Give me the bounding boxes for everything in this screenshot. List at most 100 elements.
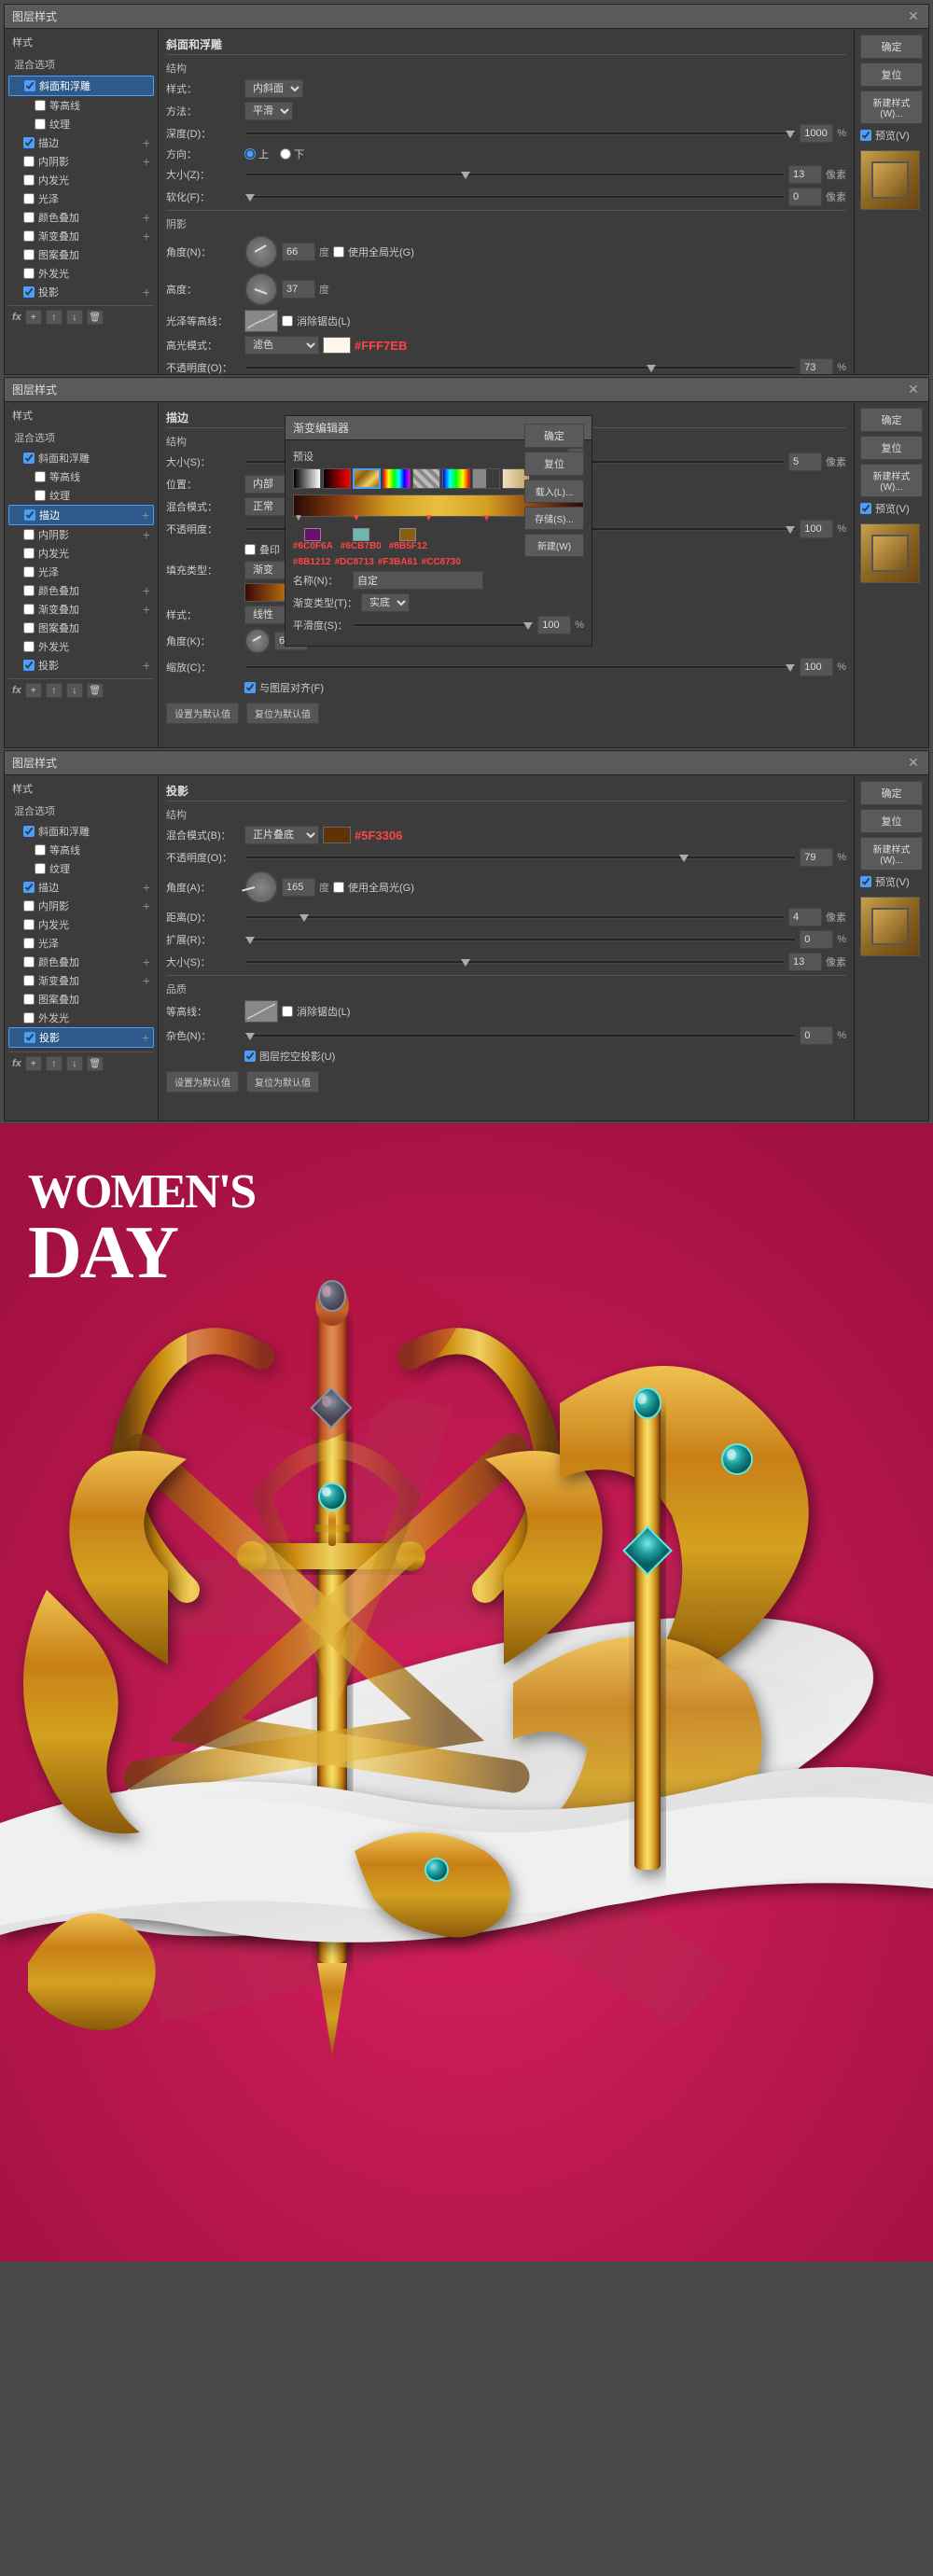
smoothness-slider[interactable] [353, 623, 534, 627]
stroke-item[interactable]: 描边 + [8, 133, 154, 152]
gradient-overlay-checkbox[interactable] [23, 230, 35, 242]
drop-shadow-checkbox-3[interactable] [24, 1032, 35, 1043]
contour-item-2[interactable]: 等高线 [8, 467, 154, 486]
stop-color-1[interactable] [304, 528, 321, 541]
stroke-opacity-input[interactable] [800, 520, 833, 538]
fx-up-btn-3[interactable]: ↑ [46, 1056, 63, 1071]
stroke-plus[interactable]: + [143, 135, 150, 150]
inner-glow-item-2[interactable]: 内发光 [8, 544, 154, 563]
gradient-overlay-item-3[interactable]: 渐变叠加 + [8, 971, 154, 990]
gradient-overlay-item[interactable]: 渐变叠加 + [8, 227, 154, 245]
ds-noise-slider[interactable] [244, 1034, 796, 1037]
fx-add-btn[interactable]: + [25, 310, 42, 325]
set-default-btn-3[interactable]: 设置为默认值 [166, 1071, 239, 1093]
ds-anti-alias-checkbox[interactable] [282, 1006, 293, 1017]
soften-input[interactable] [788, 188, 822, 206]
new-style-btn-2[interactable]: 新建样式(W)... [860, 464, 923, 497]
drop-shadow-item[interactable]: 投影 + [8, 283, 154, 301]
blend-options-label[interactable]: 混合选项 [8, 55, 154, 74]
stop-color-2[interactable] [353, 528, 369, 541]
ce-ok-btn[interactable]: 确定 [524, 424, 584, 448]
ds-opacity-slider[interactable] [244, 856, 796, 859]
size-input[interactable] [788, 165, 822, 184]
cancel-btn-1[interactable]: 复位 [860, 63, 923, 87]
new-style-btn-3[interactable]: 新建样式(W)... [860, 837, 923, 870]
ds-noise-input[interactable] [800, 1026, 833, 1045]
ds-angle-input[interactable] [282, 878, 315, 897]
highlight-mode-select[interactable]: 滤色 [244, 336, 319, 355]
color-overlay-item-2[interactable]: 颜色叠加 + [8, 581, 154, 600]
pattern-overlay-checkbox[interactable] [23, 249, 35, 260]
name-input[interactable] [353, 571, 483, 590]
bevel-emboss-item[interactable]: 斜面和浮雕 [8, 76, 154, 96]
outer-glow-checkbox[interactable] [23, 268, 35, 279]
inner-shadow-plus-3[interactable]: + [143, 898, 150, 913]
align-layer-checkbox[interactable] [244, 682, 256, 693]
color-overlay-plus-3[interactable]: + [143, 954, 150, 969]
blend-options-label-3[interactable]: 混合选项 [8, 801, 154, 820]
ds-distance-slider[interactable] [244, 915, 785, 919]
color-overlay-item-3[interactable]: 颜色叠加 + [8, 953, 154, 971]
color-overlay-plus[interactable]: + [143, 210, 150, 225]
satin-checkbox-2[interactable] [23, 566, 35, 578]
overprint-checkbox[interactable] [244, 544, 256, 555]
drop-shadow-plus-2[interactable]: + [143, 658, 150, 673]
ds-blend-select[interactable]: 正片叠底 [244, 826, 319, 844]
preview-check-2[interactable] [860, 503, 871, 514]
contour-item-3[interactable]: 等高线 [8, 841, 154, 859]
color-overlay-checkbox-3[interactable] [23, 956, 35, 968]
inner-glow-item-3[interactable]: 内发光 [8, 915, 154, 934]
swatch-half[interactable] [472, 468, 500, 489]
drop-shadow-item-2[interactable]: 投影 + [8, 656, 154, 675]
inner-shadow-checkbox-3[interactable] [23, 900, 35, 912]
drop-shadow-plus[interactable]: + [143, 285, 150, 299]
stroke-item-3[interactable]: 描边 + [8, 878, 154, 897]
pattern-overlay-item[interactable]: 图案叠加 [8, 245, 154, 264]
fx-down-btn-2[interactable]: ↓ [66, 683, 83, 698]
cancel-btn-2[interactable]: 复位 [860, 436, 923, 460]
gradient-overlay-checkbox-3[interactable] [23, 975, 35, 986]
gradient-overlay-checkbox-2[interactable] [23, 604, 35, 615]
stroke-size-input[interactable] [788, 453, 822, 471]
direction-up-radio[interactable] [244, 148, 256, 160]
inner-shadow-plus-2[interactable]: + [143, 527, 150, 542]
ds-size-input[interactable] [788, 953, 822, 971]
outer-glow-item[interactable]: 外发光 [8, 264, 154, 283]
fx-delete-btn[interactable]: 🗑 [87, 310, 104, 325]
pattern-overlay-checkbox-3[interactable] [23, 994, 35, 1005]
close-button-3[interactable]: ✕ [906, 756, 921, 771]
blend-options-label-2[interactable]: 混合选项 [8, 428, 154, 447]
satin-checkbox-3[interactable] [23, 938, 35, 949]
bevel-emboss-checkbox-2[interactable] [23, 453, 35, 464]
texture-checkbox-2[interactable] [35, 490, 46, 501]
fx-delete-btn-3[interactable]: 🗑 [87, 1056, 104, 1071]
ds-angle-wheel[interactable] [244, 870, 278, 904]
ds-blend-color-swatch[interactable] [323, 827, 351, 843]
inner-glow-checkbox[interactable] [23, 174, 35, 186]
gradient-overlay-plus-3[interactable]: + [143, 973, 150, 988]
stroke-checkbox-2[interactable] [24, 509, 35, 521]
fx-add-btn-2[interactable]: + [25, 683, 42, 698]
bevel-emboss-checkbox[interactable] [24, 80, 35, 91]
direction-down-radio[interactable] [280, 148, 291, 160]
highlight-color-swatch[interactable] [323, 337, 351, 354]
contour-preview[interactable] [244, 310, 278, 332]
contour-checkbox-3[interactable] [35, 844, 46, 856]
satin-item-3[interactable]: 光泽 [8, 934, 154, 953]
stroke-scale-slider[interactable] [244, 665, 796, 669]
highlight-opacity-input[interactable] [800, 358, 833, 374]
ce-new-btn[interactable]: 新建(W) [524, 534, 584, 557]
ce-save-btn[interactable]: 存储(S)... [524, 507, 584, 530]
preview-check-3[interactable] [860, 876, 871, 887]
drop-shadow-checkbox[interactable] [23, 286, 35, 298]
preview-check-1[interactable] [860, 130, 871, 141]
drop-shadow-checkbox-2[interactable] [23, 660, 35, 671]
contour-item[interactable]: 等高线 [8, 96, 154, 115]
close-button-2[interactable]: ✕ [906, 383, 921, 397]
satin-checkbox[interactable] [23, 193, 35, 204]
inner-shadow-checkbox[interactable] [23, 156, 35, 167]
drop-shadow-item-3[interactable]: 投影 + [8, 1027, 154, 1048]
texture-item[interactable]: 纹理 [8, 115, 154, 133]
new-style-btn-1[interactable]: 新建样式(W)... [860, 91, 923, 124]
inner-shadow-item-3[interactable]: 内阴影 + [8, 897, 154, 915]
